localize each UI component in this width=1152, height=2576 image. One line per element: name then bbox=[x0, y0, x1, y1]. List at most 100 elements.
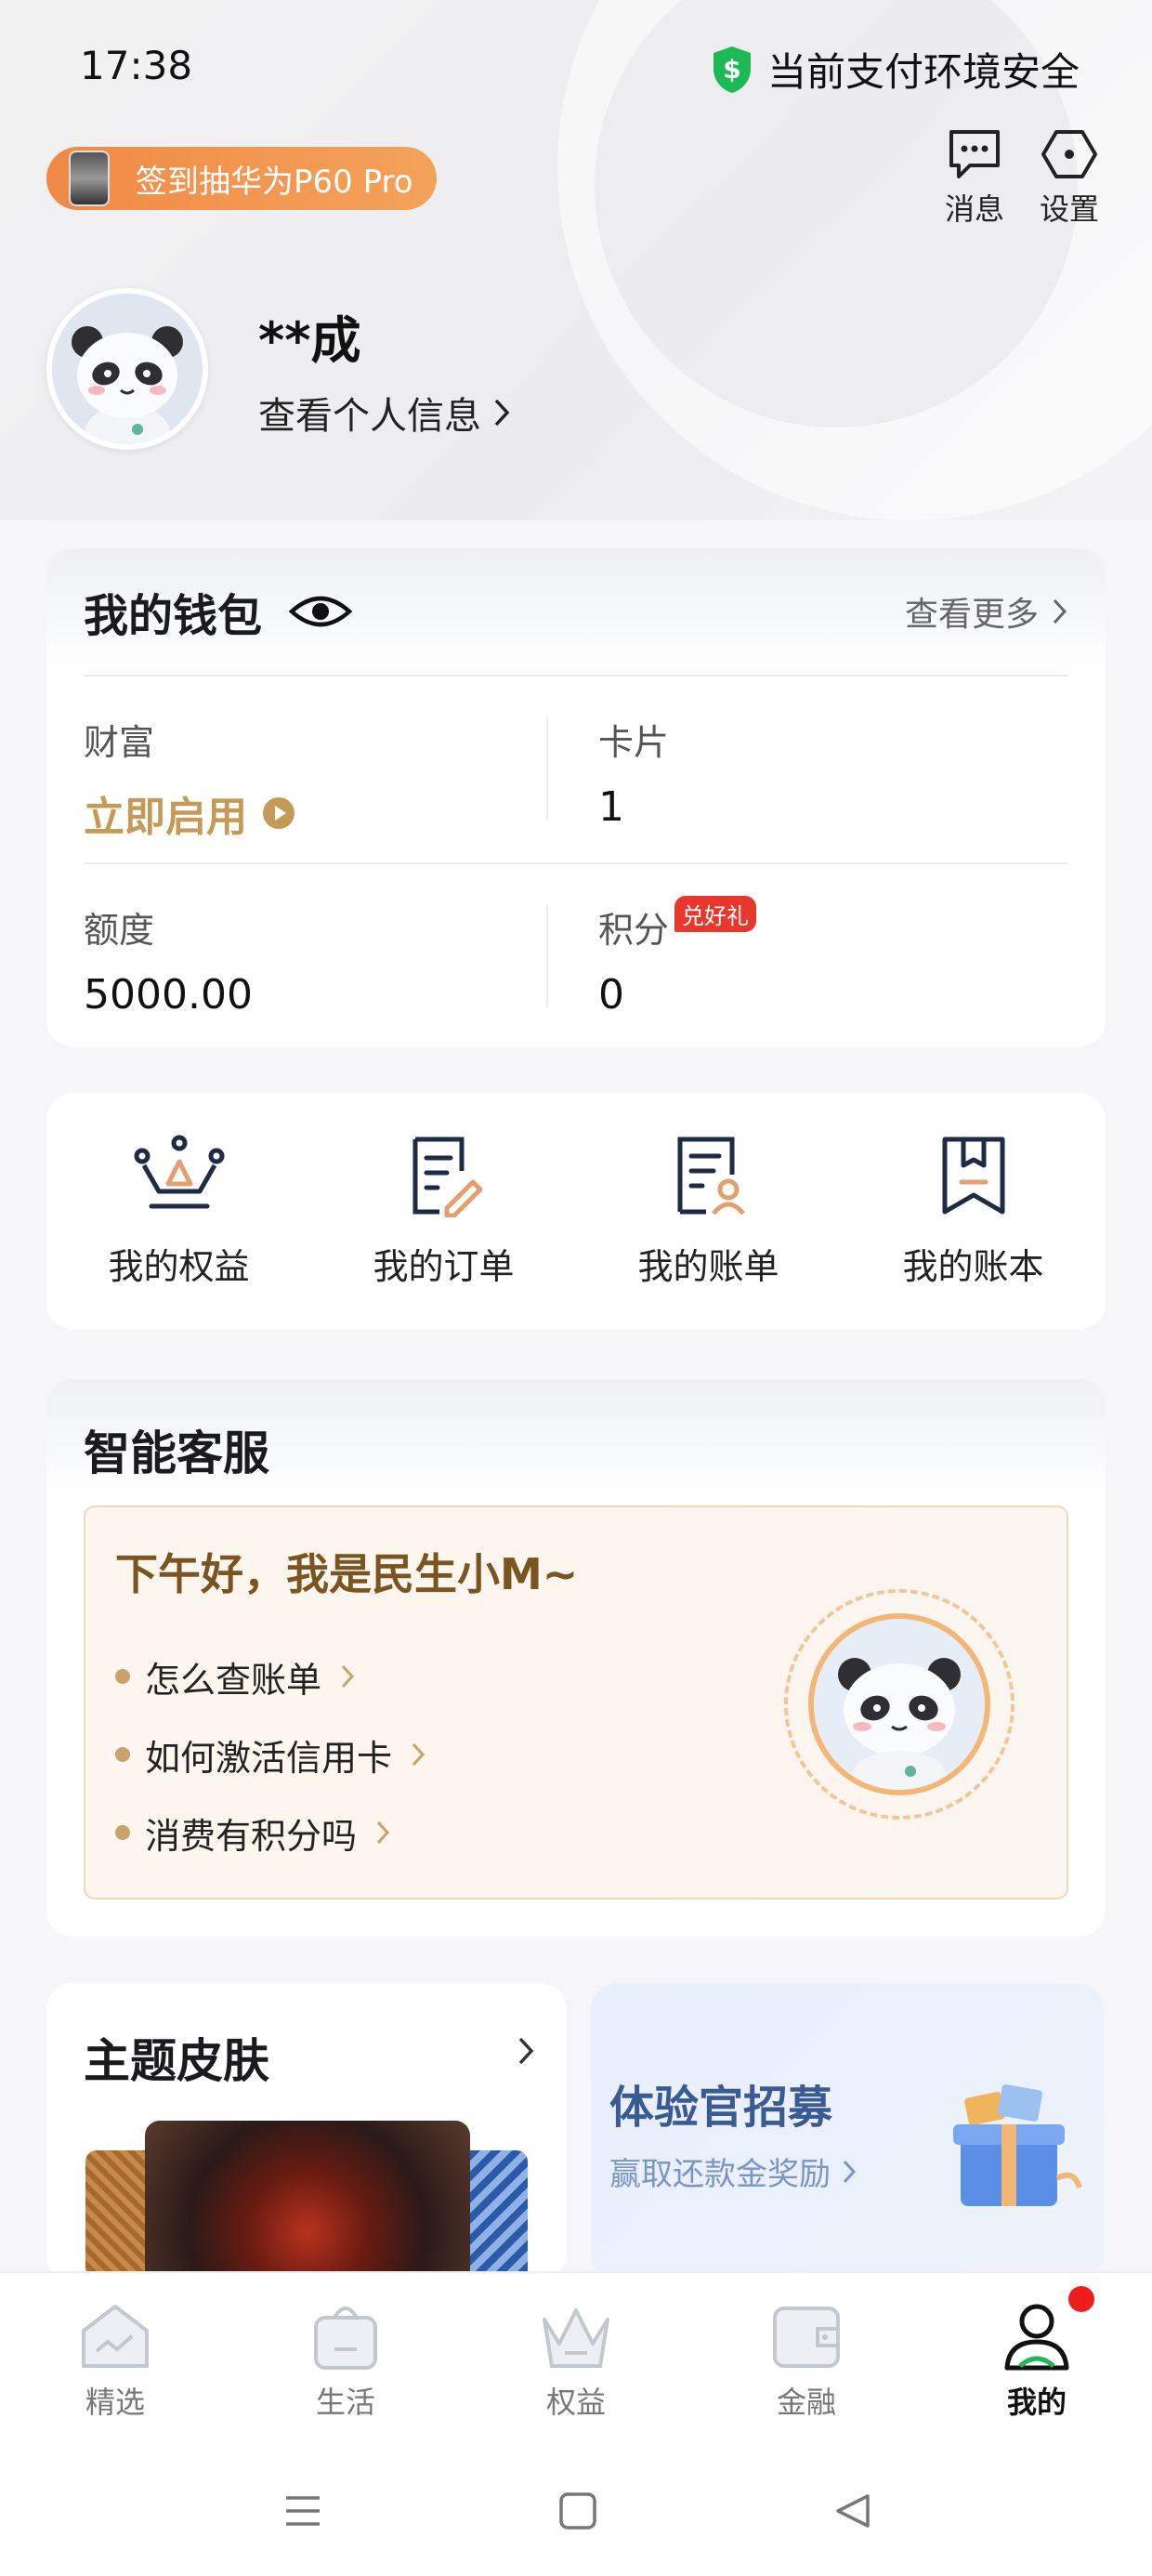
chevron-right-icon bbox=[1053, 598, 1067, 624]
recruit-subtitle: 赢取还款金奖励 bbox=[609, 2156, 831, 2193]
skin-preview-red[interactable] bbox=[145, 2121, 470, 2280]
tab-label: 我的 bbox=[1006, 2385, 1067, 2420]
shield-icon: $ bbox=[713, 46, 751, 93]
bullet bbox=[115, 1747, 130, 1762]
crown-tab-icon bbox=[543, 2308, 609, 2368]
person-icon bbox=[1004, 2304, 1069, 2371]
cards-label: 卡片 bbox=[598, 722, 670, 763]
user-name: **成 bbox=[258, 310, 361, 370]
tab-label: 精选 bbox=[85, 2385, 145, 2420]
ledger-icon bbox=[942, 1137, 1004, 1215]
home-square-icon[interactable] bbox=[557, 2491, 598, 2531]
panda-avatar-icon bbox=[52, 294, 203, 444]
settings-label: 设置 bbox=[1039, 191, 1099, 227]
points-label: 积分 bbox=[598, 910, 670, 951]
assistant-avatar[interactable] bbox=[784, 1589, 1015, 1820]
faq-item[interactable]: 消费有积分吗 bbox=[115, 1794, 425, 1872]
quick-link-label: 我的账单 bbox=[637, 1246, 779, 1287]
wallet-icon bbox=[773, 2307, 840, 2368]
wealth-enable-link[interactable]: 立即启用 bbox=[84, 783, 247, 843]
bottom-tab-bar: 精选 生活 权益 金融 我的 bbox=[0, 2271, 1152, 2444]
view-profile-link[interactable]: 查看个人信息 bbox=[258, 386, 511, 440]
chevron-right-icon bbox=[843, 2160, 857, 2183]
quick-link-label: 我的账本 bbox=[902, 1246, 1044, 1287]
quick-link-label: 我的权益 bbox=[108, 1246, 250, 1287]
recruit-title: 体验官招募 bbox=[609, 2082, 833, 2134]
smart-service-card: 智能客服 下午好，我是民生小M~ 怎么查账单 如何激活信用卡 消费有积分吗 bbox=[46, 1379, 1106, 1937]
assistant-panel[interactable]: 下午好，我是民生小M~ 怎么查账单 如何激活信用卡 消费有积分吗 bbox=[84, 1505, 1068, 1899]
messages-label: 消息 bbox=[944, 191, 1004, 227]
cards-value: 1 bbox=[598, 783, 624, 831]
skin-title: 主题皮肤 bbox=[84, 2034, 269, 2088]
wallet-card: 我的钱包 查看更多 财富 立即启用 卡片 1 额度 5000.00 积分 兑好礼… bbox=[46, 548, 1106, 1046]
wealth-label: 财富 bbox=[84, 722, 155, 763]
status-bar: 17:38 $ 当前支付环境安全 bbox=[0, 0, 1152, 139]
quick-link-bills[interactable]: 我的账单 bbox=[576, 1093, 841, 1329]
quick-link-benefits[interactable]: 我的权益 bbox=[46, 1093, 311, 1329]
order-icon bbox=[412, 1137, 482, 1217]
signin-banner[interactable]: 签到抽华为P60 Pro bbox=[46, 147, 437, 210]
tab-label: 权益 bbox=[545, 2385, 606, 2420]
tab-mine[interactable]: 我的 bbox=[922, 2273, 1152, 2444]
profile-section: **成 查看个人信息 bbox=[46, 288, 511, 450]
chevron-right-icon bbox=[412, 1742, 425, 1767]
chevron-right-icon bbox=[341, 1664, 355, 1689]
view-profile-label: 查看个人信息 bbox=[258, 394, 481, 438]
tab-label: 金融 bbox=[776, 2385, 836, 2420]
quick-link-orders[interactable]: 我的订单 bbox=[311, 1093, 576, 1329]
secure-indicator: $ 当前支付环境安全 bbox=[710, 41, 1080, 98]
messages-button[interactable]: 消息 bbox=[933, 128, 1016, 229]
faq-label: 怎么查账单 bbox=[145, 1659, 322, 1701]
faq-label: 消费有积分吗 bbox=[145, 1815, 358, 1857]
home-icon bbox=[82, 2305, 149, 2368]
bullet bbox=[115, 1825, 130, 1840]
settings-button[interactable]: 设置 bbox=[1028, 128, 1111, 229]
avatar[interactable] bbox=[46, 288, 208, 450]
menu-icon[interactable] bbox=[282, 2491, 323, 2531]
see-more-link[interactable]: 查看更多 bbox=[905, 587, 1068, 636]
cards-cell[interactable]: 卡片 1 bbox=[576, 677, 1106, 862]
service-title: 智能客服 bbox=[46, 1379, 1106, 1498]
redeem-badge: 兑好礼 bbox=[674, 896, 757, 932]
message-icon bbox=[949, 130, 1000, 178]
signin-banner-text: 签到抽华为P60 Pro bbox=[136, 163, 413, 201]
bullet bbox=[115, 1669, 130, 1684]
phone-thumbnail bbox=[69, 151, 110, 206]
tab-benefits[interactable]: 权益 bbox=[461, 2273, 691, 2444]
secure-text: 当前支付环境安全 bbox=[766, 49, 1080, 95]
quick-links-card: 我的权益 我的订单 我的账单 我的账本 bbox=[46, 1093, 1106, 1329]
limit-value: 5000.00 bbox=[84, 971, 253, 1019]
see-more-label: 查看更多 bbox=[904, 596, 1039, 634]
points-cell[interactable]: 积分 兑好礼 0 bbox=[576, 864, 1106, 1046]
eye-icon[interactable] bbox=[288, 591, 353, 632]
faq-label: 如何激活信用卡 bbox=[145, 1737, 393, 1779]
limit-label: 额度 bbox=[84, 910, 155, 951]
faq-item[interactable]: 如何激活信用卡 bbox=[115, 1715, 425, 1794]
wealth-cell[interactable]: 财富 立即启用 bbox=[46, 677, 576, 862]
status-time: 17:38 bbox=[80, 43, 193, 88]
experience-recruit-banner[interactable]: 体验官招募 赢取还款金奖励 bbox=[591, 1983, 1104, 2280]
tab-featured[interactable]: 精选 bbox=[0, 2273, 230, 2444]
points-value: 0 bbox=[598, 971, 624, 1019]
theme-skin-card[interactable]: 主题皮肤 bbox=[46, 1983, 567, 2280]
chevron-right-icon bbox=[518, 2037, 534, 2065]
faq-item[interactable]: 怎么查账单 bbox=[115, 1637, 425, 1715]
chevron-right-icon bbox=[376, 1820, 390, 1845]
play-circle-icon bbox=[263, 797, 295, 829]
back-icon[interactable] bbox=[832, 2491, 873, 2531]
tab-label: 生活 bbox=[315, 2385, 375, 2420]
system-nav-bar bbox=[0, 2444, 1152, 2576]
bill-icon bbox=[677, 1137, 745, 1216]
tab-life[interactable]: 生活 bbox=[230, 2273, 461, 2444]
limit-cell[interactable]: 额度 5000.00 bbox=[46, 864, 576, 1046]
chevron-right-icon bbox=[494, 399, 510, 426]
assistant-greeting: 下午好，我是民生小M~ bbox=[115, 1549, 579, 1599]
gift-box-icon bbox=[953, 2084, 1082, 2206]
skin-preview-blue[interactable] bbox=[470, 2150, 528, 2280]
tab-finance[interactable]: 金融 bbox=[691, 2273, 922, 2444]
notification-dot bbox=[1068, 2286, 1094, 2312]
svg-text:$: $ bbox=[723, 54, 740, 85]
bag-icon bbox=[314, 2307, 377, 2370]
quick-link-ledger[interactable]: 我的账本 bbox=[841, 1093, 1106, 1329]
crown-icon bbox=[134, 1135, 224, 1209]
